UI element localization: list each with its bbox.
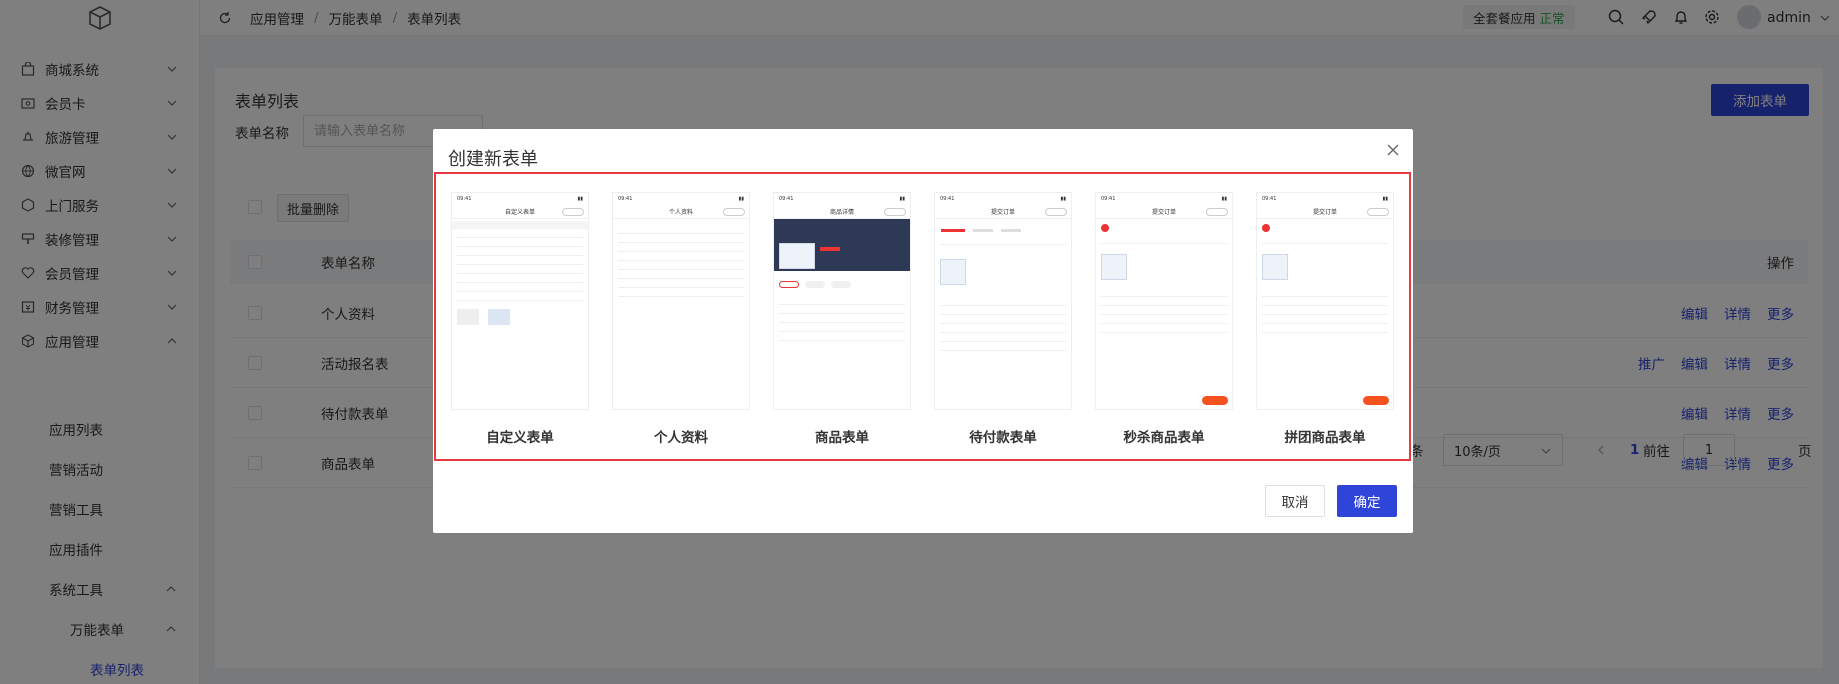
phone-nav-bar: 提交订单 xyxy=(935,205,1071,219)
phone-status-bar: 09:41 ▮▮ xyxy=(1262,196,1388,202)
preview-title: 商品详情 xyxy=(829,209,854,216)
template-flash-sale[interactable]: 09:41 ▮▮ 提交订单 秒杀商品表单 xyxy=(1095,192,1233,446)
confirm-button[interactable]: 确定 xyxy=(1337,485,1397,517)
preview-title: 提交订单 xyxy=(1151,209,1176,216)
template-group-buy[interactable]: 09:41 ▮▮ 提交订单 拼团商品表单 xyxy=(1256,192,1394,446)
phone-nav-bar: 提交订单 xyxy=(1096,205,1232,219)
template-label: 个人资料 xyxy=(654,430,708,446)
preview-title: 个人资料 xyxy=(668,209,693,216)
template-label: 自定义表单 xyxy=(486,430,554,446)
phone-status-bar: 09:41 ▮▮ xyxy=(940,196,1066,202)
template-preview: 09:41 ▮▮ 提交订单 xyxy=(1095,192,1233,410)
template-list: 09:41▮▮ 自定义表单 自定义表单 09:41▮▮ 个人资料 个人资料 xyxy=(434,172,1411,461)
template-label: 秒杀商品表单 xyxy=(1123,430,1205,446)
template-label: 拼团商品表单 xyxy=(1284,430,1366,446)
template-pending-payment[interactable]: 09:41 ▮▮ 提交订单 待付款表单 xyxy=(934,192,1072,446)
cancel-button[interactable]: 取消 xyxy=(1265,485,1325,517)
template-preview: 09:41 ▮▮ 个人资料 xyxy=(612,192,750,410)
phone-nav-bar: 个人资料 xyxy=(613,205,749,219)
template-preview: 09:41 ▮▮ 商品详情 xyxy=(773,192,911,410)
template-preview: 09:41 ▮▮ 自定义表单 xyxy=(451,192,589,410)
template-label: 待付款表单 xyxy=(969,430,1037,446)
preview-title: 自定义表单 xyxy=(504,209,535,216)
phone-nav-bar: 商品详情 xyxy=(774,205,910,219)
dialog-title: 创建新表单 xyxy=(448,149,538,170)
phone-status-bar: 09:41 ▮▮ xyxy=(1101,196,1227,202)
template-product[interactable]: 09:41 ▮▮ 商品详情 商品表单 xyxy=(773,192,911,446)
template-preview: 09:41 ▮▮ 提交订单 xyxy=(1256,192,1394,410)
template-profile[interactable]: 09:41 ▮▮ 个人资料 个人资料 xyxy=(612,192,750,446)
phone-nav-bar: 提交订单 xyxy=(1257,205,1393,219)
phone-nav-bar: 自定义表单 xyxy=(452,205,588,219)
phone-status-bar: 09:41 ▮▮ xyxy=(457,196,583,202)
template-preview: 09:41 ▮▮ 提交订单 xyxy=(934,192,1072,410)
create-form-dialog: 创建新表单 09:41▮▮ 自定义表单 自定义表单 09:41▮▮ 个人资料 xyxy=(433,129,1413,533)
template-custom[interactable]: 09:41 ▮▮ 自定义表单 自定义表单 xyxy=(451,192,589,446)
close-icon[interactable] xyxy=(1385,142,1401,158)
phone-status-bar: 09:41 ▮▮ xyxy=(618,196,744,202)
phone-status-bar: 09:41 ▮▮ xyxy=(779,196,905,202)
preview-title: 提交订单 xyxy=(990,209,1015,216)
preview-title: 提交订单 xyxy=(1312,209,1337,216)
template-label: 商品表单 xyxy=(815,430,869,446)
